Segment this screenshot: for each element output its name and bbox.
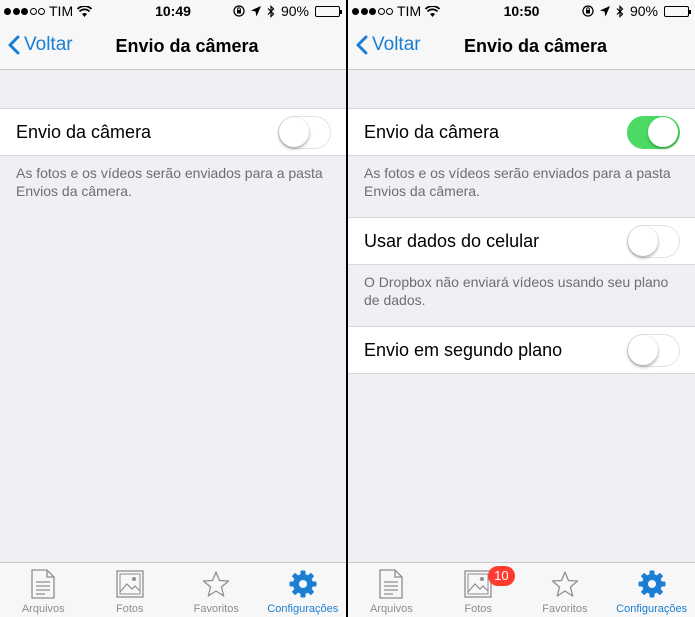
camera-upload-toggle[interactable] bbox=[627, 116, 680, 149]
tab-label: Fotos bbox=[115, 603, 144, 615]
setting-footer: As fotos e os vídeos serão enviados para… bbox=[16, 165, 323, 199]
battery-percent: 90% bbox=[629, 3, 658, 19]
tab-favoritos[interactable]: Favoritos bbox=[522, 563, 609, 617]
rotation-lock-icon bbox=[582, 5, 594, 17]
settings-list: Envio da câmera As fotos e os vídeos ser… bbox=[348, 70, 695, 374]
left-screen: TIM 10:49 90% Voltar Envio da câmera Env… bbox=[0, 0, 346, 617]
status-bar: TIM 10:50 90% bbox=[348, 0, 695, 22]
status-bar: TIM 10:49 90% bbox=[0, 0, 346, 22]
setting-row-cellular-data: Usar dados do celular bbox=[348, 217, 695, 265]
document-icon bbox=[379, 569, 404, 599]
location-icon bbox=[599, 5, 610, 16]
rotation-lock-icon bbox=[233, 5, 245, 17]
bluetooth-icon bbox=[616, 4, 624, 18]
setting-label: Envio da câmera bbox=[16, 121, 152, 142]
photo-icon bbox=[116, 570, 144, 598]
tab-arquivos[interactable]: Arquivos bbox=[0, 563, 87, 617]
background-upload-toggle[interactable] bbox=[627, 334, 680, 367]
page-title: Envio da câmera bbox=[115, 36, 259, 56]
page-title: Envio da câmera bbox=[463, 36, 608, 56]
battery-icon bbox=[315, 5, 342, 17]
battery-percent: 90% bbox=[280, 3, 309, 19]
setting-row-camera-upload: Envio da câmera bbox=[0, 108, 346, 156]
tab-label: Arquivos bbox=[369, 603, 413, 615]
tab-label: Configurações bbox=[267, 603, 339, 615]
fotos-badge: 10 bbox=[488, 566, 515, 586]
setting-label: Envio da câmera bbox=[364, 121, 500, 142]
navigation-bar: Voltar Envio da câmera bbox=[348, 22, 695, 70]
navigation-bar: Voltar Envio da câmera bbox=[0, 22, 346, 70]
setting-row-background-upload: Envio em segundo plano bbox=[348, 326, 695, 374]
tab-label: Arquivos bbox=[21, 603, 65, 615]
screenshot-pair: TIM 10:49 90% Voltar Envio da câmera Env… bbox=[0, 0, 695, 617]
tab-label: Configurações bbox=[616, 603, 688, 615]
tab-fotos[interactable]: Fotos bbox=[87, 563, 174, 617]
tab-arquivos[interactable]: Arquivos bbox=[348, 563, 435, 617]
tab-label: Favoritos bbox=[542, 603, 588, 615]
setting-row-camera-upload: Envio da câmera bbox=[348, 108, 695, 156]
gear-icon bbox=[638, 570, 666, 598]
setting-label: Usar dados do celular bbox=[364, 230, 540, 251]
settings-list: Envio da câmera As fotos e os vídeos ser… bbox=[0, 70, 346, 200]
tab-label: Favoritos bbox=[193, 603, 239, 615]
star-icon bbox=[203, 571, 230, 597]
tab-label: Fotos bbox=[464, 603, 492, 615]
location-icon bbox=[250, 5, 261, 16]
tab-bar: Arquivos Fotos Favoritos Configurações bbox=[0, 562, 346, 617]
battery-icon bbox=[664, 5, 691, 17]
tab-bar: Arquivos 10 Fotos Favoritos Configuraçõe… bbox=[348, 562, 695, 617]
setting-footer: O Dropbox não enviará vídeos usando seu … bbox=[364, 274, 669, 308]
tab-configuracoes[interactable]: Configurações bbox=[260, 563, 347, 617]
status-indicators: 90% bbox=[582, 3, 691, 19]
setting-footer: As fotos e os vídeos serão enviados para… bbox=[364, 165, 671, 199]
bluetooth-icon bbox=[267, 4, 275, 18]
document-icon bbox=[31, 569, 55, 599]
gear-icon bbox=[289, 570, 317, 598]
setting-label: Envio em segundo plano bbox=[364, 339, 563, 360]
tab-configuracoes[interactable]: Configurações bbox=[608, 563, 695, 617]
right-screen: TIM 10:50 90% Voltar Envio da câmera Env… bbox=[348, 0, 695, 617]
tab-favoritos[interactable]: Favoritos bbox=[173, 563, 260, 617]
camera-upload-toggle[interactable] bbox=[278, 116, 331, 149]
tab-fotos[interactable]: 10 Fotos bbox=[435, 563, 522, 617]
status-indicators: 90% bbox=[233, 3, 342, 19]
star-icon bbox=[551, 571, 579, 597]
cellular-data-toggle[interactable] bbox=[627, 225, 680, 258]
